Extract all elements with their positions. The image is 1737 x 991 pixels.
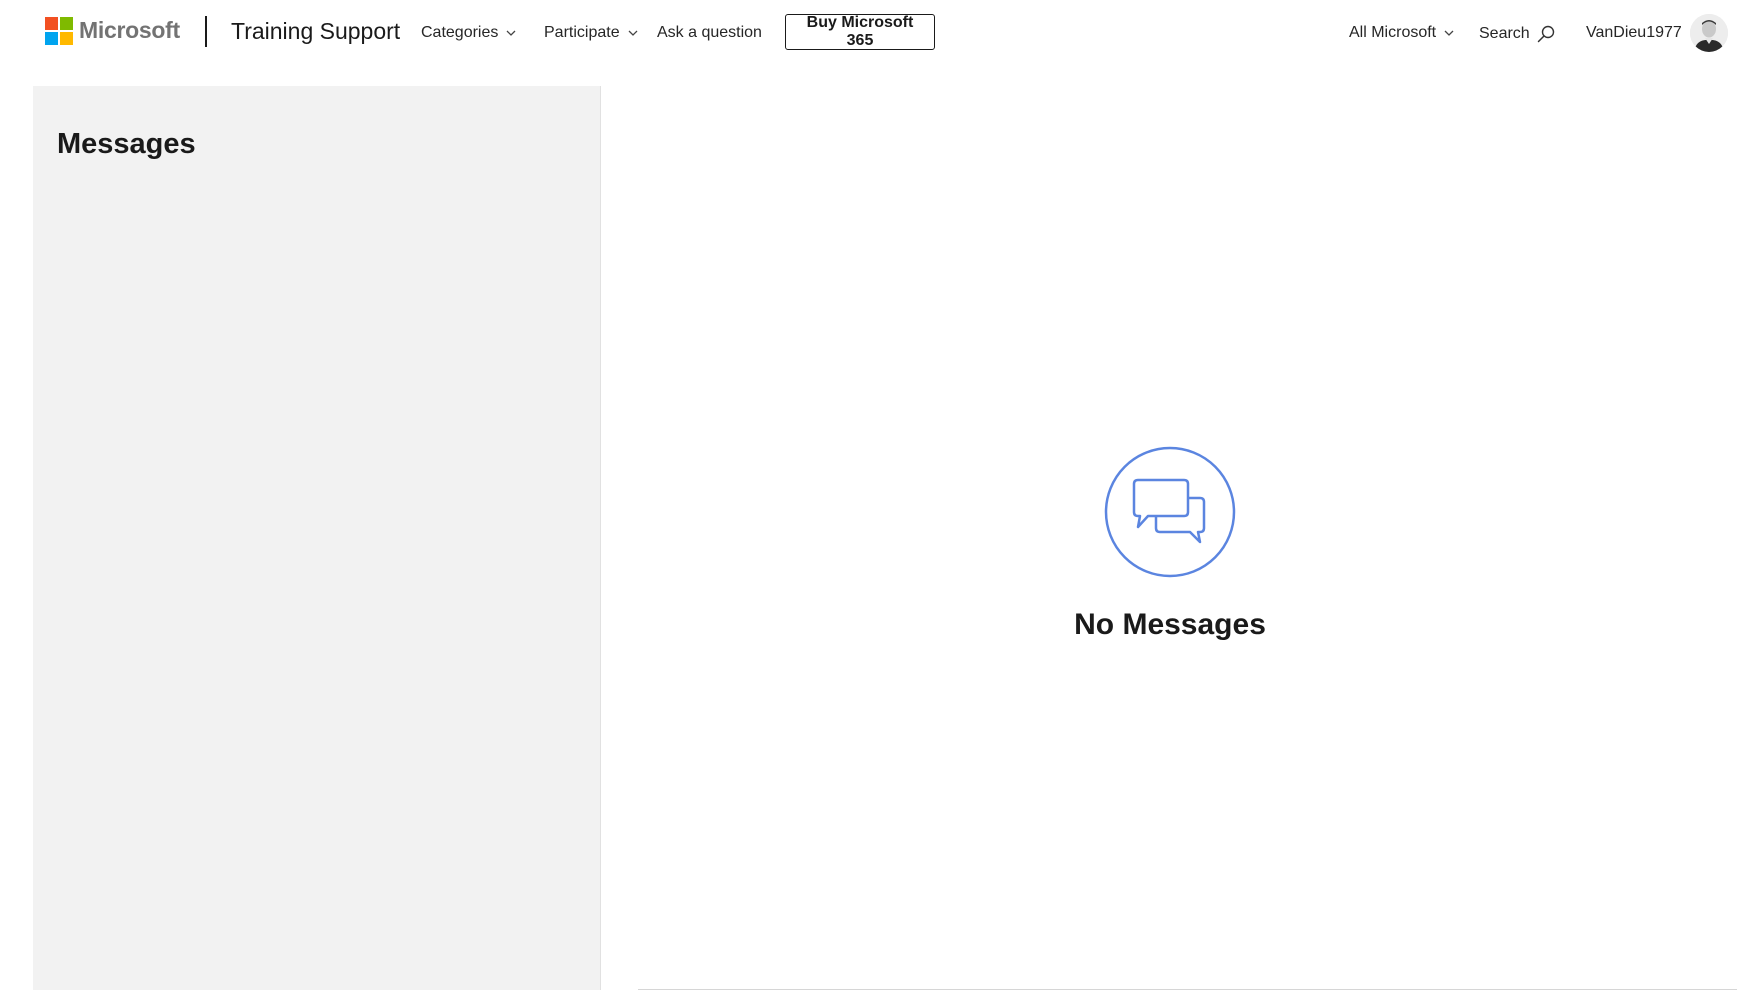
chat-bubbles-icon [1104, 446, 1236, 578]
nav-categories[interactable]: Categories [421, 24, 517, 42]
buy-microsoft-365-button[interactable]: Buy Microsoft 365 [785, 14, 935, 50]
no-messages-text: No Messages [1074, 608, 1266, 641]
avatar[interactable] [1690, 14, 1728, 52]
sidebar-title: Messages [57, 128, 196, 160]
all-microsoft-label: All Microsoft [1349, 24, 1437, 41]
header-divider [205, 16, 207, 47]
chevron-down-icon [628, 30, 638, 36]
all-microsoft-menu[interactable]: All Microsoft [1349, 24, 1455, 42]
microsoft-wordmark: Microsoft [79, 17, 180, 43]
nav-ask-question-label: Ask a question [657, 24, 762, 41]
site-title[interactable]: Training Support [231, 18, 400, 45]
empty-state: No Messages [1070, 446, 1270, 642]
microsoft-logo[interactable]: Microsoft [45, 16, 180, 45]
chevron-down-icon [506, 30, 516, 36]
nav-participate-label: Participate [544, 24, 620, 41]
nav-categories-label: Categories [421, 24, 499, 41]
search-icon [1537, 25, 1554, 43]
search-button[interactable]: Search [1479, 24, 1556, 44]
search-label: Search [1479, 25, 1530, 42]
user-name-label: VanDieu1977 [1586, 24, 1682, 41]
nav-participate[interactable]: Participate [544, 24, 639, 42]
microsoft-logo-icon [45, 16, 73, 45]
user-avatar-icon [1690, 14, 1728, 52]
bottom-divider [638, 989, 1737, 990]
chevron-down-icon [1444, 30, 1454, 36]
messages-sidebar: Messages [33, 86, 601, 990]
site-header: Microsoft Training Support Categories Pa… [0, 0, 1737, 68]
nav-ask-question[interactable]: Ask a question [657, 24, 762, 42]
user-name-link[interactable]: VanDieu1977 [1586, 24, 1682, 42]
